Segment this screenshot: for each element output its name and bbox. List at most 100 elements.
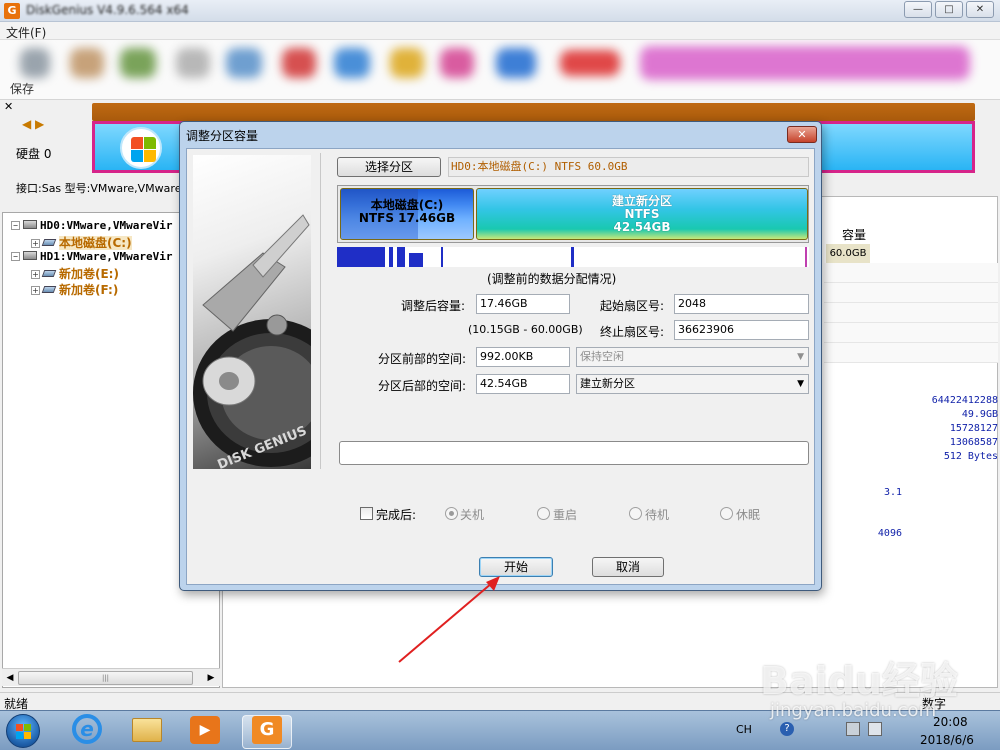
menubar: 文件(F) bbox=[0, 22, 1000, 40]
sector-size-value: 512 Bytes bbox=[943, 451, 998, 462]
clock-time[interactable]: 20:08 bbox=[933, 715, 968, 729]
hard-disk-illustration: DISK GENIUS bbox=[193, 155, 311, 469]
network-icon[interactable] bbox=[846, 722, 860, 736]
size-value: 49.9GB bbox=[961, 409, 998, 420]
collapse-icon[interactable]: − bbox=[11, 221, 20, 230]
column-header-capacity[interactable]: 容量 bbox=[842, 226, 866, 243]
version-value: 3.1 bbox=[883, 487, 902, 498]
file-explorer-icon[interactable] bbox=[132, 718, 162, 742]
start-sector-input[interactable]: 2048 bbox=[674, 294, 809, 314]
space-after-label: 分区后部的空间: bbox=[378, 379, 467, 393]
partition-description: HD0:本地磁盘(C:) NTFS 60.0GB bbox=[448, 157, 809, 177]
size-after-input[interactable]: 17.46GB bbox=[476, 294, 570, 314]
expand-icon[interactable]: + bbox=[31, 270, 40, 279]
partition-layout-bar[interactable]: 本地磁盘(C:) NTFS 17.46GB 建立新分区 NTFS 42.54GB bbox=[337, 185, 809, 243]
table-row bbox=[824, 343, 998, 363]
space-before-select: 保持空闲 ▼ bbox=[576, 347, 809, 367]
segment-c-size: NTFS 17.46GB bbox=[358, 211, 456, 225]
sector-count-value: 15728127 bbox=[949, 423, 998, 434]
expand-icon[interactable]: + bbox=[31, 286, 40, 295]
end-sector-input[interactable]: 36623906 bbox=[674, 320, 809, 340]
dialog-close-button[interactable]: ✕ bbox=[787, 126, 817, 143]
data-distribution-map bbox=[337, 247, 809, 267]
menu-file[interactable]: 文件(F) bbox=[6, 24, 46, 41]
data-map-caption: (调整前的数据分配情况) bbox=[487, 272, 617, 286]
clock-date[interactable]: 2018/6/6 bbox=[920, 733, 974, 747]
hard-disk-icon bbox=[23, 251, 37, 260]
progress-bar bbox=[339, 441, 809, 465]
chevron-down-icon: ▼ bbox=[797, 352, 804, 362]
radio-restart[interactable] bbox=[537, 507, 550, 520]
baidu-watermark: Baidu经验 bbox=[760, 659, 958, 703]
close-window-button[interactable]: ✕ bbox=[966, 1, 994, 18]
help-icon[interactable]: ? bbox=[780, 722, 794, 736]
nav-arrows-icon[interactable]: ◀ ▶ bbox=[22, 117, 44, 131]
panel-close-icon[interactable]: ✕ bbox=[4, 100, 13, 113]
space-after-input[interactable]: 42.54GB bbox=[476, 374, 570, 394]
cluster-size-value: 4096 bbox=[877, 528, 902, 539]
start-button[interactable] bbox=[6, 714, 40, 748]
space-after-select[interactable]: 建立新分区 ▼ bbox=[576, 374, 809, 394]
select-partition-button[interactable]: 选择分区 bbox=[337, 157, 441, 177]
internet-explorer-icon[interactable]: e bbox=[72, 714, 102, 744]
toolbar: 保存 bbox=[0, 40, 1000, 100]
table-row bbox=[824, 283, 998, 303]
total-bytes-value: 64422412288 bbox=[931, 395, 998, 406]
chevron-down-icon: ▼ bbox=[797, 379, 804, 389]
volume-icon[interactable] bbox=[868, 722, 882, 736]
end-sector-label: 终止扇区号: bbox=[600, 325, 665, 339]
cancel-button[interactable]: 取消 bbox=[592, 557, 664, 577]
tree-item-hd0[interactable]: − HD0:VMware,VMwareVir bbox=[11, 219, 172, 235]
collapse-icon[interactable]: − bbox=[11, 252, 20, 261]
segment-new-size: 42.54GB bbox=[613, 220, 671, 234]
resize-partition-dialog: 调整分区容量 ✕ DISK GENIUS 选择分区 HD0:本地磁盘(C:) N… bbox=[179, 121, 822, 591]
radio-restart-label: 重启 bbox=[553, 508, 578, 522]
scroll-left-icon[interactable]: ◀ bbox=[3, 671, 17, 685]
scroll-thumb[interactable]: ||| bbox=[18, 671, 193, 685]
media-player-icon[interactable]: ▶ bbox=[190, 716, 220, 744]
input-method-indicator[interactable]: CH bbox=[736, 723, 752, 736]
scroll-right-icon[interactable]: ▶ bbox=[204, 671, 218, 685]
radio-standby[interactable] bbox=[629, 507, 642, 520]
minimize-button[interactable]: — bbox=[904, 1, 932, 18]
table-row bbox=[824, 263, 998, 283]
radio-shutdown[interactable] bbox=[445, 507, 458, 520]
radio-hibernate[interactable] bbox=[720, 507, 733, 520]
divider bbox=[320, 153, 321, 469]
size-range-hint: (10.15GB - 60.00GB) bbox=[468, 323, 583, 336]
partition-icon bbox=[41, 270, 57, 277]
partition-segment-new[interactable]: 建立新分区 NTFS 42.54GB bbox=[476, 188, 808, 240]
partition-icon bbox=[41, 239, 57, 246]
windows-logo-icon bbox=[120, 127, 162, 169]
expand-icon[interactable]: + bbox=[31, 239, 40, 248]
app-logo-icon: G bbox=[4, 3, 20, 19]
tree-item-hd1[interactable]: − HD1:VMware,VMwareVir bbox=[11, 250, 172, 266]
table-row bbox=[824, 303, 998, 323]
space-before-label: 分区前部的空间: bbox=[378, 352, 467, 366]
disk-parameters: 64422412288 49.9GB 15728127 13068587 512… bbox=[826, 388, 998, 688]
disk-interface-info: 接口:Sas 型号:VMware,VMware bbox=[16, 182, 182, 195]
tree-horizontal-scrollbar[interactable]: ◀ ||| ▶ bbox=[2, 668, 220, 686]
disk-label: 硬盘 0 bbox=[16, 147, 52, 161]
partition-icon bbox=[41, 286, 57, 293]
free-sectors-value: 13068587 bbox=[949, 437, 998, 448]
capacity-cell: 60.0GB bbox=[826, 244, 870, 263]
app-title: DiskGenius V4.9.6.564 x64 bbox=[26, 3, 189, 17]
partition-segment-c[interactable]: 本地磁盘(C:) NTFS 17.46GB bbox=[340, 188, 474, 240]
radio-standby-label: 待机 bbox=[645, 508, 670, 522]
start-button-dialog[interactable]: 开始 bbox=[479, 557, 553, 577]
tree-item-volume-e[interactable]: + 新加卷(E:) bbox=[31, 265, 119, 281]
disk-header-strip bbox=[92, 103, 975, 121]
start-sector-label: 起始扇区号: bbox=[600, 299, 665, 313]
tree-item-volume-f[interactable]: + 新加卷(F:) bbox=[31, 281, 118, 297]
tree-item-local-disk-c[interactable]: + 本地磁盘(C:) bbox=[31, 234, 132, 250]
toolbar-save-label[interactable]: 保存 bbox=[10, 80, 34, 97]
dialog-body: DISK GENIUS 选择分区 HD0:本地磁盘(C:) NTFS 60.0G… bbox=[186, 148, 815, 585]
size-after-label: 调整后容量: bbox=[401, 299, 466, 313]
diskgenius-taskbar-icon[interactable]: G bbox=[252, 716, 282, 744]
hard-disk-icon bbox=[23, 220, 37, 229]
radio-hibernate-label: 休眠 bbox=[736, 508, 761, 522]
maximize-button[interactable]: □ bbox=[935, 1, 963, 18]
space-before-input[interactable]: 992.00KB bbox=[476, 347, 570, 367]
after-done-checkbox[interactable] bbox=[360, 507, 373, 520]
